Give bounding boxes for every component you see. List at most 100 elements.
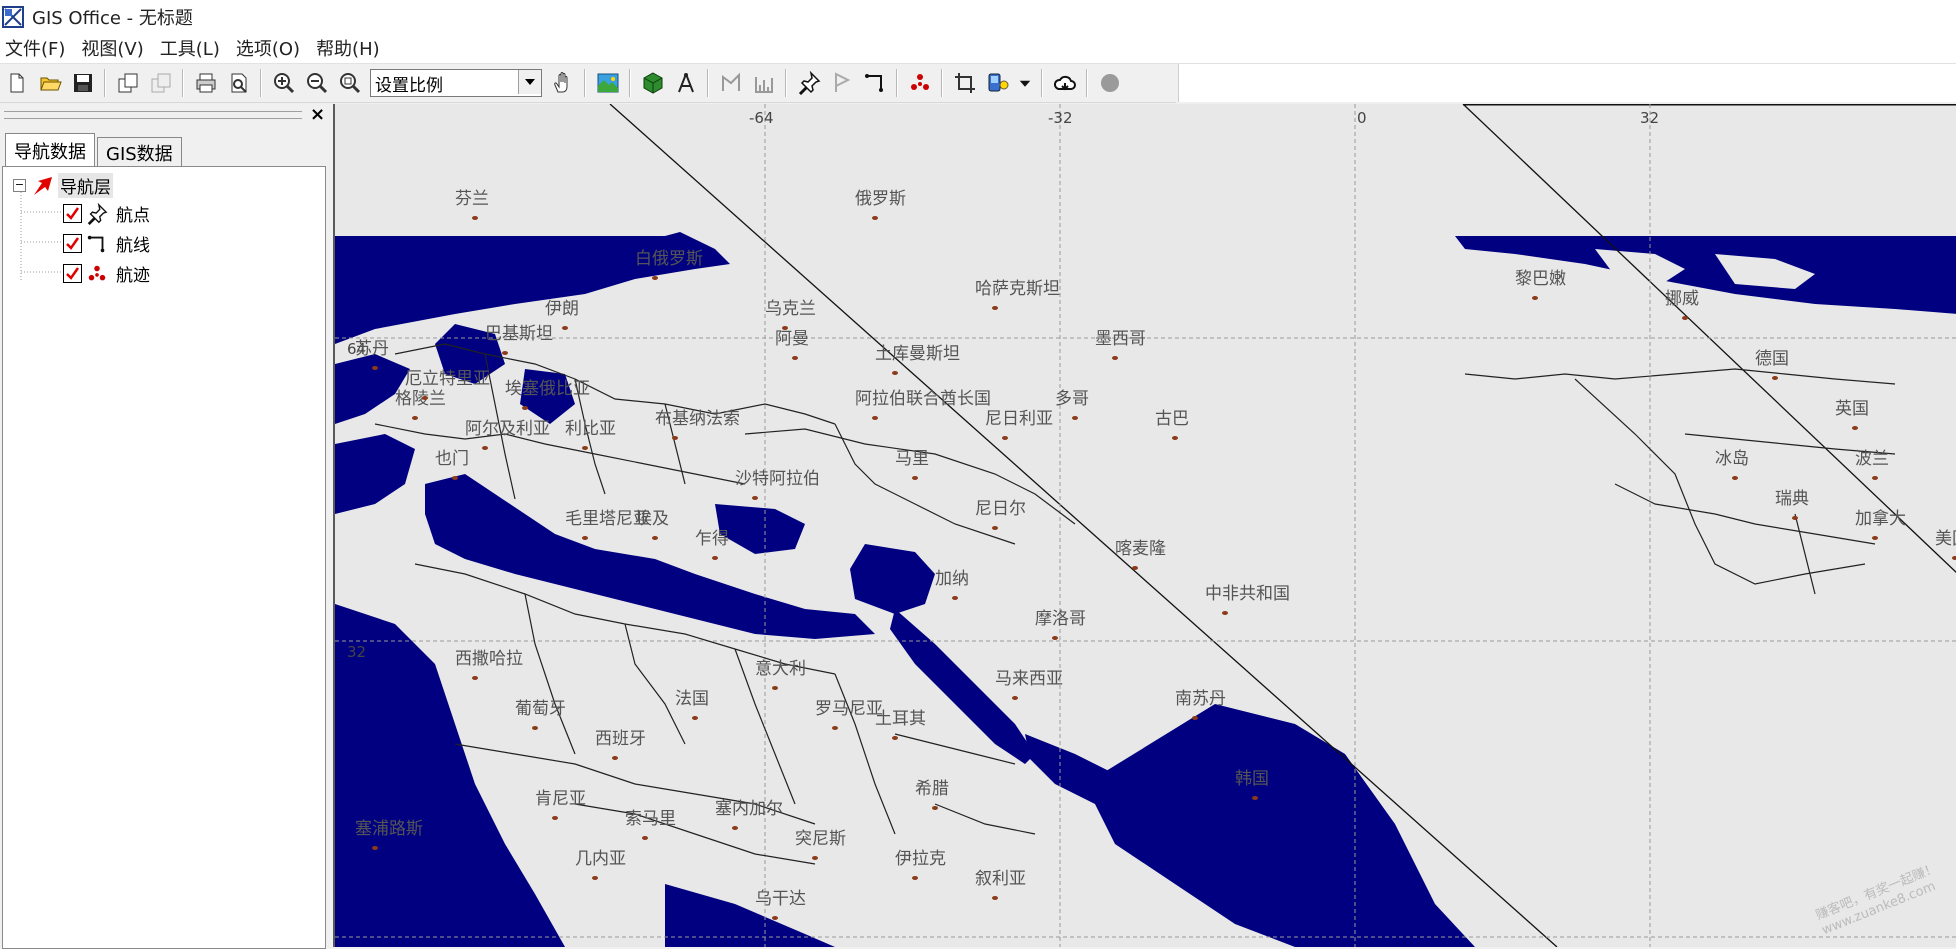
tab-navigation-data[interactable]: 导航数据 [5, 133, 95, 168]
save-icon [73, 74, 92, 92]
sidebar-drag-handle[interactable] [4, 111, 302, 119]
city-marker [472, 676, 478, 680]
tree-item-label: 航点 [116, 206, 150, 226]
route-icon [864, 74, 883, 92]
tracks-checkbox[interactable] [63, 264, 82, 283]
city-marker [1852, 426, 1858, 430]
tab-gis-data[interactable]: GIS数据 [97, 137, 182, 168]
crop-button[interactable] [950, 69, 979, 98]
select-route-button[interactable] [716, 69, 745, 98]
city-marker [832, 726, 838, 730]
zoom-extent-button[interactable] [335, 69, 364, 98]
layer-3d-button[interactable] [638, 69, 667, 98]
city-marker [412, 416, 418, 420]
city-marker [552, 816, 558, 820]
add-track-button[interactable] [905, 69, 934, 98]
paste-map-button[interactable] [146, 69, 175, 98]
routes-checkbox[interactable] [63, 234, 82, 253]
cloud-sync-button[interactable] [1050, 69, 1079, 98]
menu-help[interactable]: 帮助(H) [310, 35, 390, 61]
toolbar-separator [104, 69, 106, 97]
tree-item-routes[interactable]: 航线 [63, 231, 150, 256]
place-label: 沙特阿拉伯 [735, 469, 820, 489]
toolbar-separator [941, 69, 943, 97]
menu-options[interactable]: 选项(O) [230, 35, 310, 61]
tab-label: 导航数据 [14, 142, 86, 163]
copy-map-button[interactable] [113, 69, 142, 98]
navigation-sidebar: × 导航数据 GIS数据 − 导航层 航点 航线 航迹 [0, 104, 329, 949]
city-marker [582, 536, 588, 540]
city-marker [1112, 356, 1118, 360]
grid-label-y: 32 [347, 643, 366, 661]
menu-view[interactable]: 视图(V) [75, 35, 153, 61]
add-route-button[interactable] [860, 69, 889, 98]
city-marker [992, 526, 998, 530]
chevron-down-icon[interactable] [518, 70, 541, 94]
map-image-button[interactable] [593, 69, 622, 98]
track-icon [910, 74, 929, 90]
gps-device-button[interactable] [983, 69, 1012, 98]
place-label: 乌干达 [755, 889, 806, 909]
menu-file[interactable]: 文件(F) [0, 35, 75, 61]
place-label: 尼日尔 [975, 499, 1026, 519]
city-marker [812, 856, 818, 860]
add-waypoint-button[interactable] [794, 69, 823, 98]
gps-dropdown-button[interactable] [1016, 69, 1034, 98]
city-marker [1192, 716, 1198, 720]
check-icon [66, 237, 80, 250]
map-canvas[interactable]: -64 -32 0 32 64 32 芬兰 俄罗斯白俄罗斯乌克兰哈萨克斯坦土库曼斯… [335, 104, 1956, 947]
profile-button[interactable] [749, 69, 778, 98]
city-marker [992, 306, 998, 310]
record-button[interactable] [1095, 69, 1124, 98]
close-icon[interactable]: × [310, 104, 325, 125]
city-marker [892, 736, 898, 740]
caret-down-icon [1019, 80, 1031, 87]
city-marker [612, 756, 618, 760]
track-icon [88, 265, 106, 280]
place-label: 塞浦路斯 [355, 819, 423, 839]
city-marker [912, 876, 918, 880]
place-label: 厄立特里亚 [405, 369, 490, 389]
check-icon [66, 207, 80, 220]
measure-button[interactable] [671, 69, 700, 98]
new-file-button[interactable] [2, 69, 31, 98]
print-button[interactable] [191, 69, 220, 98]
navigation-arrow-icon [34, 176, 52, 195]
pan-button[interactable] [548, 69, 577, 98]
waypoint-flag-button[interactable] [827, 69, 856, 98]
city-marker [672, 436, 678, 440]
print-preview-icon [231, 73, 247, 93]
city-marker [1012, 696, 1018, 700]
tree-item-label: 航线 [116, 236, 150, 256]
scale-select[interactable]: 设置比例 [370, 69, 542, 97]
city-marker [1772, 376, 1778, 380]
record-circle-icon [1100, 74, 1119, 92]
city-marker [932, 806, 938, 810]
waypoints-checkbox[interactable] [63, 204, 82, 223]
print-preview-button[interactable] [224, 69, 253, 98]
app-icon [2, 5, 24, 28]
zoom-out-button[interactable] [302, 69, 331, 98]
place-label: 叙利亚 [975, 869, 1026, 889]
open-file-button[interactable] [35, 69, 64, 98]
city-marker [772, 916, 778, 920]
city-marker [1002, 436, 1008, 440]
tree-root-navigation-layer[interactable]: − 导航层 [13, 173, 113, 198]
toolbar-separator [584, 69, 586, 97]
city-marker [502, 351, 508, 355]
map-view[interactable]: -64 -32 0 32 64 32 芬兰 俄罗斯 白俄罗斯 乌克兰 哈萨克斯坦 土库曼斯… [333, 104, 1956, 947]
tree-item-waypoints[interactable]: 航点 [63, 201, 150, 226]
city-marker [732, 826, 738, 830]
menu-tools[interactable]: 工具(L) [154, 35, 230, 61]
tree-item-tracks[interactable]: 航迹 [63, 261, 150, 286]
flag-icon [834, 72, 850, 92]
grid-label-x: 0 [1357, 109, 1367, 127]
menu-bar: 文件(F) 视图(V) 工具(L) 选项(O) 帮助(H) [0, 33, 1956, 64]
tree-collapse-toggle[interactable]: − [13, 179, 26, 192]
save-button[interactable] [68, 69, 97, 98]
place-label: 西撒哈拉 [455, 649, 523, 669]
zoom-in-button[interactable] [269, 69, 298, 98]
place-label: 俄罗斯 [855, 189, 906, 209]
place-label: 瑞典 [1775, 489, 1809, 509]
place-label: 埃塞俄比亚 [505, 379, 590, 399]
